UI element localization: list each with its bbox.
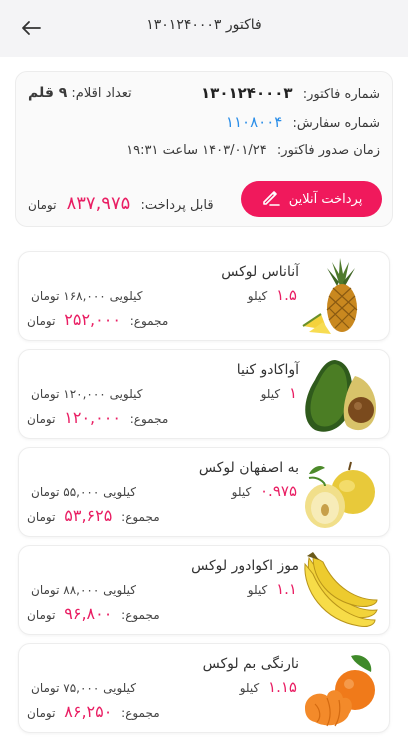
item-unit-price-value: کیلویی ۷۵,۰۰۰ [63,681,136,695]
items-count-label: تعداد اقلام: [71,86,132,101]
item-name: به اصفهان لوکس [198,460,299,476]
item-total-label: مجموع: [121,706,160,720]
item-total: مجموع: ۱۲۰,۰۰۰ تومان [27,408,168,427]
edit-pencil-icon [261,187,281,211]
item-unit-price: کیلویی ۱۲۰,۰۰۰ تومان [27,387,142,401]
item-name: آواکادو کنیا [236,362,299,378]
issue-time-value: ۱۴۰۳/۰۱/۲۴ ساعت ۱۹:۳۱ [126,143,267,158]
payable-value: ۸۳۷,۹۷۵ [66,193,131,214]
online-payment-label: پرداخت آنلاین [288,191,363,207]
invoice-number-label: شماره فاکتور: [302,87,380,102]
item-total-currency: تومان [27,510,56,524]
item-unit-price-value: کیلویی ۸۸,۰۰۰ [63,583,136,597]
invoice-item[interactable]: نارنگی بم لوکس ۱.۱۵ کیلو کیلویی ۷۵,۰۰۰ ت… [18,643,390,733]
item-total-label: مجموع: [121,608,160,622]
tangerine-image [299,648,381,730]
item-total-value: ۸۶,۲۵۰ [64,702,113,721]
item-total-value: ۲۵۲,۰۰۰ [64,310,121,329]
pineapple-image [299,256,381,338]
item-unit-price-currency: تومان [31,583,60,597]
item-unit-price-currency: تومان [31,387,60,401]
item-total-value: ۱۲۰,۰۰۰ [64,408,121,427]
item-quantity: ۱ کیلو [261,384,297,402]
item-unit-price-currency: تومان [31,681,60,695]
item-total-value: ۹۶,۸۰۰ [64,604,113,623]
item-total-label: مجموع: [129,314,169,328]
item-total-currency: تومان [27,314,56,328]
avocado-image [299,354,381,436]
item-total-value: ۵۳,۶۲۵ [64,506,113,525]
item-quantity-unit: کیلو [260,387,281,401]
items-count-value: ۹ قلم [28,85,68,101]
item-quantity-unit: کیلو [247,583,268,597]
item-quantity: ۱.۱۵ کیلو [240,678,297,696]
item-total-currency: تومان [27,608,56,622]
issue-time-row: زمان صدور فاکتور: ۱۴۰۳/۰۱/۲۴ ساعت ۱۹:۳۱ [28,143,380,158]
item-unit-price: کیلویی ۵۵,۰۰۰ تومان [27,485,136,499]
item-quantity: ۱.۵ کیلو [248,286,297,304]
item-total: مجموع: ۵۳,۶۲۵ تومان [27,506,160,525]
item-quantity-unit: کیلو [231,485,252,499]
item-quantity-unit: کیلو [239,681,260,695]
item-quantity-value: ۰.۹۷۵ [260,482,297,500]
item-name: موز اکوادور لوکس [191,558,299,574]
order-number-label: شماره سفارش: [292,116,380,131]
item-unit-price: کیلویی ۸۸,۰۰۰ تومان [27,583,136,597]
item-total-label: مجموع: [121,510,160,524]
invoice-summary-card: شماره فاکتور: ۱۳۰۱۲۴۰۰۰۳ تعداد اقلام: ۹ … [15,71,393,227]
issue-time-label: زمان صدور فاکتور: [276,143,380,158]
invoice-item[interactable]: آواکادو کنیا ۱ کیلو کیلویی ۱۲۰,۰۰۰ تومان… [18,349,390,439]
invoice-item[interactable]: موز اکوادور لوکس ۱.۱ کیلو کیلویی ۸۸,۰۰۰ … [18,545,390,635]
item-name: آناناس لوکس [221,264,299,280]
app-header: فاکتور ۱۳۰۱۲۴۰۰۰۳ [0,0,408,57]
invoice-item[interactable]: آناناس لوکس ۱.۵ کیلو کیلویی ۱۶۸,۰۰۰ توما… [18,251,390,341]
payable-amount: قابل پرداخت: ۸۳۷,۹۷۵ تومان [28,193,214,214]
item-total: مجموع: ۹۶,۸۰۰ تومان [27,604,160,623]
item-unit-price-value: کیلویی ۱۶۸,۰۰۰ [63,289,143,303]
items-count: تعداد اقلام: ۹ قلم [28,85,132,101]
item-total: مجموع: ۸۶,۲۵۰ تومان [27,702,160,721]
item-quantity-value: ۱.۱ [276,580,297,598]
item-unit-price-value: کیلویی ۱۲۰,۰۰۰ [63,387,143,401]
page-title: فاکتور ۱۳۰۱۲۴۰۰۰۳ [146,17,262,33]
invoice-item[interactable]: به اصفهان لوکس ۰.۹۷۵ کیلو کیلویی ۵۵,۰۰۰ … [18,447,390,537]
item-quantity: ۱.۱ کیلو [248,580,297,598]
item-quantity-value: ۱ [288,384,297,402]
item-unit-price: کیلویی ۱۶۸,۰۰۰ تومان [27,289,142,303]
item-total: مجموع: ۲۵۲,۰۰۰ تومان [27,310,168,329]
quince-image [299,452,381,534]
banana-image [299,550,381,632]
payable-currency: تومان [28,198,57,212]
item-quantity-value: ۱.۱۵ [268,678,297,696]
item-unit-price-value: کیلویی ۵۵,۰۰۰ [63,485,136,499]
item-quantity-value: ۱.۵ [276,286,297,304]
item-total-currency: تومان [27,412,56,426]
item-quantity: ۰.۹۷۵ کیلو [232,482,297,500]
item-name: نارنگی بم لوکس [202,656,299,672]
invoice-number-value: ۱۳۰۱۲۴۰۰۰۳ [201,84,293,102]
order-number-row: شماره سفارش: ۱۱۰۸۰۰۴ [28,113,380,131]
item-total-currency: تومان [27,706,56,720]
item-unit-price-currency: تومان [31,289,60,303]
payable-label: قابل پرداخت: [140,198,214,213]
item-unit-price: کیلویی ۷۵,۰۰۰ تومان [27,681,136,695]
online-payment-button[interactable]: پرداخت آنلاین [241,181,382,217]
item-total-label: مجموع: [129,412,169,426]
order-number-link[interactable]: ۱۱۰۸۰۰۴ [226,113,282,131]
item-unit-price-currency: تومان [31,485,60,499]
item-quantity-unit: کیلو [247,289,268,303]
